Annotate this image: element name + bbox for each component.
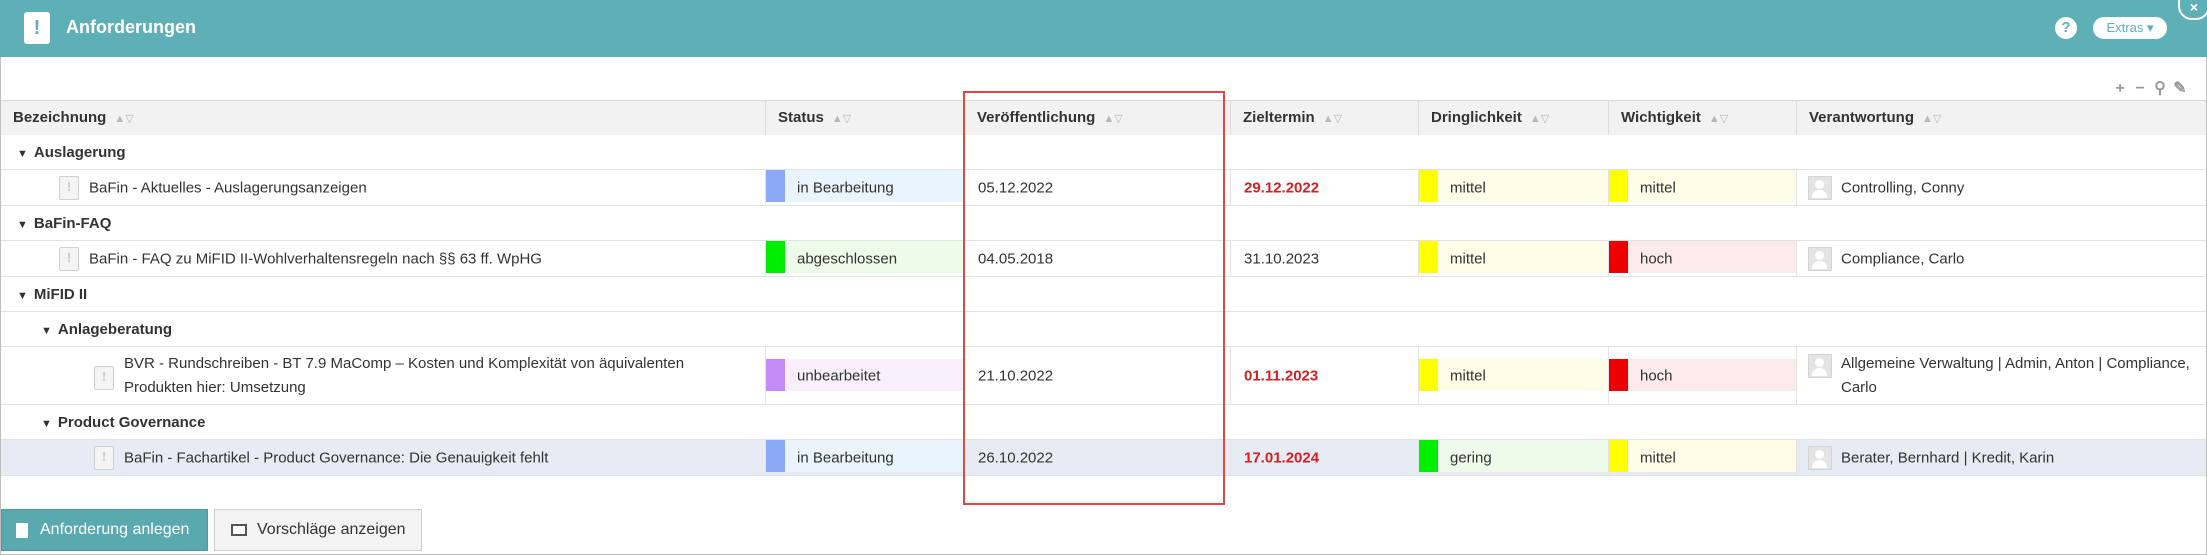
status-color-swatch bbox=[766, 440, 785, 472]
document-icon bbox=[16, 523, 28, 538]
importance-cell: hoch bbox=[1608, 241, 1796, 276]
requirement-doc-icon bbox=[94, 366, 114, 390]
status-color-swatch bbox=[766, 170, 785, 202]
status-cell: unbearbeitet bbox=[765, 347, 964, 404]
column-header-responsible[interactable]: Verantwortung ▲▽ bbox=[1796, 101, 2206, 135]
column-header-importance[interactable]: Wichtigkeit ▲▽ bbox=[1608, 101, 1796, 135]
requirement-name[interactable]: BaFin - Fachartikel - Product Governance… bbox=[1, 440, 765, 475]
status-color-swatch bbox=[766, 241, 785, 273]
urgency-cell: mittel bbox=[1418, 170, 1608, 205]
status-cell: in Bearbeitung bbox=[765, 170, 964, 205]
table-tools: + − ⚲ ✎ bbox=[2110, 78, 2190, 98]
sort-icon[interactable]: ▲▽ bbox=[1530, 113, 1549, 125]
urgency-color-swatch bbox=[1419, 440, 1438, 472]
caret-down-icon[interactable]: ▼ bbox=[17, 279, 28, 314]
status-cell: in Bearbeitung bbox=[765, 440, 964, 475]
column-header-status[interactable]: Status ▲▽ bbox=[765, 101, 964, 135]
responsible-cell: Berater, Bernhard | Kredit, Karin bbox=[1796, 440, 2206, 475]
title-bar: ! Anforderungen ? Extras ▾ × bbox=[0, 0, 2207, 57]
importance-color-swatch bbox=[1609, 440, 1628, 472]
requirement-name[interactable]: BaFin - FAQ zu MiFID II-Wohlverhaltensre… bbox=[1, 241, 765, 276]
highlight-annotation-box bbox=[963, 91, 1225, 505]
importance-color-swatch bbox=[1609, 241, 1628, 273]
list-icon bbox=[231, 524, 247, 536]
search-icon[interactable]: ⚲ bbox=[2150, 78, 2170, 98]
urgency-cell: gering bbox=[1418, 440, 1608, 475]
show-suggestions-button[interactable]: Vorschläge anzeigen bbox=[214, 509, 422, 551]
column-header-name[interactable]: Bezeichnung ▲▽ bbox=[1, 101, 765, 135]
caret-down-icon[interactable]: ▼ bbox=[41, 314, 52, 349]
sort-icon[interactable]: ▲▽ bbox=[114, 113, 133, 125]
extras-dropdown-button[interactable]: Extras ▾ bbox=[2093, 17, 2167, 39]
urgency-color-swatch bbox=[1419, 241, 1438, 273]
status-color-swatch bbox=[766, 359, 785, 391]
target-date-cell: 01.11.2023 bbox=[1230, 347, 1418, 404]
urgency-cell: mittel bbox=[1418, 347, 1608, 404]
column-header-target-date[interactable]: Zieltermin ▲▽ bbox=[1230, 101, 1418, 135]
user-avatar-icon bbox=[1808, 354, 1832, 378]
plus-icon[interactable]: + bbox=[2110, 80, 2130, 98]
user-avatar-icon bbox=[1808, 246, 1832, 271]
requirement-icon: ! bbox=[24, 12, 50, 44]
user-avatar-icon bbox=[1808, 175, 1832, 200]
requirement-name[interactable]: BVR - Rundschreiben - BT 7.9 MaComp – Ko… bbox=[1, 347, 765, 404]
responsible-cell: Compliance, Carlo bbox=[1796, 241, 2206, 276]
requirement-doc-icon bbox=[59, 175, 79, 200]
sort-icon[interactable]: ▲▽ bbox=[1922, 113, 1941, 125]
caret-down-icon[interactable]: ▼ bbox=[17, 208, 28, 243]
sort-icon[interactable]: ▲▽ bbox=[1323, 113, 1342, 125]
importance-cell: hoch bbox=[1608, 347, 1796, 404]
wrench-icon[interactable]: ✎ bbox=[2170, 78, 2190, 98]
sort-icon[interactable]: ▲▽ bbox=[1709, 113, 1728, 125]
caret-down-icon[interactable]: ▼ bbox=[41, 407, 52, 442]
page-title: Anforderungen bbox=[66, 17, 196, 37]
requirement-name[interactable]: BaFin - Aktuelles - Auslagerungsanzeigen bbox=[1, 170, 765, 205]
requirement-doc-icon bbox=[94, 445, 114, 470]
importance-cell: mittel bbox=[1608, 440, 1796, 475]
requirement-doc-icon bbox=[59, 246, 79, 271]
sort-icon[interactable]: ▲▽ bbox=[832, 113, 851, 125]
target-date-cell: 29.12.2022 bbox=[1230, 170, 1418, 205]
responsible-cell: Allgemeine Verwaltung | Admin, Anton | C… bbox=[1796, 347, 2206, 404]
status-cell: abgeschlossen bbox=[765, 241, 964, 276]
target-date-cell: 31.10.2023 bbox=[1230, 241, 1418, 276]
minus-icon[interactable]: − bbox=[2130, 80, 2150, 98]
importance-cell: mittel bbox=[1608, 170, 1796, 205]
importance-color-swatch bbox=[1609, 170, 1628, 202]
urgency-cell: mittel bbox=[1418, 241, 1608, 276]
urgency-color-swatch bbox=[1419, 359, 1438, 391]
column-header-urgency[interactable]: Dringlichkeit ▲▽ bbox=[1418, 101, 1608, 135]
target-date-cell: 17.01.2024 bbox=[1230, 440, 1418, 475]
user-avatar-icon bbox=[1808, 445, 1832, 470]
caret-down-icon[interactable]: ▼ bbox=[17, 137, 28, 172]
caret-down-icon: ▾ bbox=[2146, 20, 2154, 35]
help-button[interactable]: ? bbox=[2055, 17, 2077, 39]
close-button[interactable]: × bbox=[2178, 0, 2207, 20]
responsible-cell: Controlling, Conny bbox=[1796, 170, 2206, 205]
importance-color-swatch bbox=[1609, 359, 1628, 391]
urgency-color-swatch bbox=[1419, 170, 1438, 202]
create-requirement-button[interactable]: Anforderung anlegen bbox=[1, 509, 208, 551]
